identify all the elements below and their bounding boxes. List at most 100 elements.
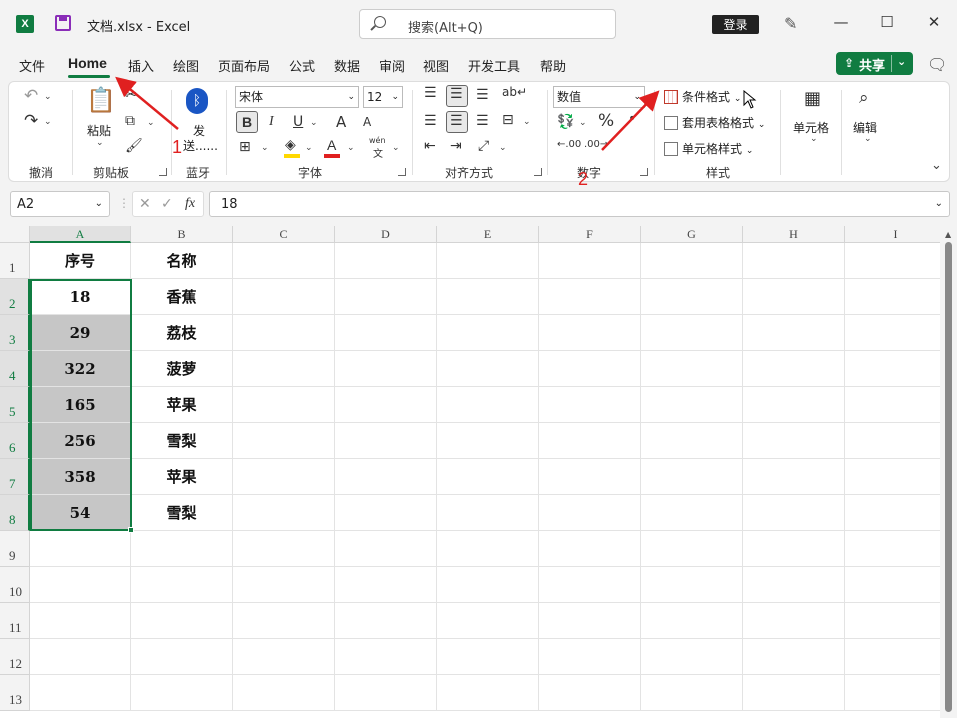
cell-d1[interactable] <box>335 243 437 279</box>
cell-h11[interactable] <box>743 603 845 639</box>
cell-b6[interactable]: 雪梨 <box>131 423 233 459</box>
cell-h3[interactable] <box>743 315 845 351</box>
align-left-icon[interactable]: ☰ <box>424 113 437 129</box>
currency-dropdown-icon[interactable]: ⌄ <box>579 118 587 128</box>
tab-data[interactable]: 数据 <box>334 56 360 75</box>
cell-b10[interactable] <box>131 567 233 603</box>
cell-h13[interactable] <box>743 675 845 711</box>
redo-dropdown-icon[interactable]: ⌄ <box>44 117 52 127</box>
cell-d11[interactable] <box>335 603 437 639</box>
font-color-button[interactable]: A <box>327 137 336 153</box>
underline-button[interactable]: U <box>293 114 303 130</box>
fill-color-dropdown-icon[interactable]: ⌄ <box>305 143 313 153</box>
align-middle-icon[interactable]: ☰ <box>450 86 463 102</box>
cell-e1[interactable] <box>437 243 539 279</box>
font-name-select[interactable]: 宋体 ⌄ <box>235 86 359 108</box>
cell-c5[interactable] <box>233 387 335 423</box>
comment-icon[interactable]: 🗨 <box>927 55 947 74</box>
formula-input[interactable]: 18 ⌄ <box>209 191 950 217</box>
cell-e7[interactable] <box>437 459 539 495</box>
cell-e4[interactable] <box>437 351 539 387</box>
cell-i9[interactable] <box>845 531 940 567</box>
align-center-icon[interactable]: ☰ <box>450 113 463 129</box>
row-header-13[interactable]: 13 <box>0 675 30 711</box>
italic-button[interactable]: I <box>269 114 274 130</box>
cell-b12[interactable] <box>131 639 233 675</box>
cell-d12[interactable] <box>335 639 437 675</box>
cell-h5[interactable] <box>743 387 845 423</box>
cell-c2[interactable] <box>233 279 335 315</box>
cut-icon[interactable]: ✂ <box>125 87 137 103</box>
cell-g11[interactable] <box>641 603 743 639</box>
align-right-icon[interactable]: ☰ <box>476 113 489 129</box>
search-icon[interactable]: ⌕ <box>859 88 869 108</box>
cell-g1[interactable] <box>641 243 743 279</box>
cell-f9[interactable] <box>539 531 641 567</box>
cell-g5[interactable] <box>641 387 743 423</box>
cell-b1[interactable]: 名称 <box>131 243 233 279</box>
name-box[interactable]: A2 ⌄ <box>10 191 110 217</box>
cell-i2[interactable] <box>845 279 940 315</box>
cell-c11[interactable] <box>233 603 335 639</box>
increase-indent-icon[interactable]: ⇥ <box>450 138 462 154</box>
worksheet-grid[interactable]: A B C D E F G H I 1 序号 名称 2 18 香蕉 3 29 荔枝 4 322 菠萝 5 165 苹果 6 256… <box>0 226 940 718</box>
cell-a8[interactable]: 54 <box>30 495 131 531</box>
tab-formulas[interactable]: 公式 <box>289 56 315 75</box>
cell-d9[interactable] <box>335 531 437 567</box>
row-header-8[interactable]: 8 <box>0 495 30 531</box>
share-button[interactable]: ⇪ 共享 ⌄ <box>836 52 913 75</box>
cell-d13[interactable] <box>335 675 437 711</box>
cell-h10[interactable] <box>743 567 845 603</box>
orientation-dropdown-icon[interactable]: ⌄ <box>499 143 507 153</box>
number-launcher-icon[interactable] <box>640 168 648 176</box>
cell-d3[interactable] <box>335 315 437 351</box>
decrease-decimal-icon[interactable]: .00→ <box>584 139 608 150</box>
select-all-corner[interactable] <box>0 226 30 243</box>
currency-icon[interactable]: 💱 <box>557 114 574 130</box>
row-header-12[interactable]: 12 <box>0 639 30 675</box>
cell-a9[interactable] <box>30 531 131 567</box>
cell-f6[interactable] <box>539 423 641 459</box>
cell-b11[interactable] <box>131 603 233 639</box>
phonetic-guide-char[interactable]: 文 <box>373 145 383 160</box>
row-header-6[interactable]: 6 <box>0 423 30 459</box>
row-header-7[interactable]: 7 <box>0 459 30 495</box>
cell-e13[interactable] <box>437 675 539 711</box>
bluetooth-icon[interactable]: ᛒ <box>186 88 208 114</box>
cell-b2[interactable]: 香蕉 <box>131 279 233 315</box>
undo-icon[interactable]: ↶ <box>24 86 38 106</box>
copy-dropdown-icon[interactable]: ⌄ <box>147 118 155 128</box>
pen-icon[interactable]: ✎ <box>784 14 797 33</box>
merge-center-icon[interactable]: ⊟ <box>502 112 514 128</box>
wrap-text-icon[interactable]: ab↵ <box>502 85 527 99</box>
cell-c9[interactable] <box>233 531 335 567</box>
cell-g7[interactable] <box>641 459 743 495</box>
enter-icon[interactable]: ✓ <box>161 196 173 212</box>
cell-c13[interactable] <box>233 675 335 711</box>
cell-a13[interactable] <box>30 675 131 711</box>
cell-g6[interactable] <box>641 423 743 459</box>
insert-function-button[interactable]: fx <box>185 196 195 212</box>
merge-dropdown-icon[interactable]: ⌄ <box>523 117 531 127</box>
cell-g12[interactable] <box>641 639 743 675</box>
paste-dropdown-icon[interactable]: ⌄ <box>96 138 104 148</box>
cell-f11[interactable] <box>539 603 641 639</box>
row-header-5[interactable]: 5 <box>0 387 30 423</box>
column-header-g[interactable]: G <box>641 226 743 243</box>
cell-d5[interactable] <box>335 387 437 423</box>
row-header-9[interactable]: 9 <box>0 531 30 567</box>
cell-e8[interactable] <box>437 495 539 531</box>
tab-review[interactable]: 审阅 <box>379 56 405 75</box>
row-header-1[interactable]: 1 <box>0 243 30 279</box>
cell-b4[interactable]: 菠萝 <box>131 351 233 387</box>
cell-f3[interactable] <box>539 315 641 351</box>
paste-icon[interactable]: 📋 <box>86 86 116 114</box>
cell-d8[interactable] <box>335 495 437 531</box>
conditional-format-button[interactable]: 条件格式 ⌄ <box>664 88 741 105</box>
format-painter-icon[interactable]: 🖌 <box>125 138 143 154</box>
tab-insert[interactable]: 插入 <box>128 56 154 75</box>
chevron-down-icon[interactable]: ⌄ <box>95 198 103 209</box>
cell-e12[interactable] <box>437 639 539 675</box>
cell-g3[interactable] <box>641 315 743 351</box>
cell-f1[interactable] <box>539 243 641 279</box>
